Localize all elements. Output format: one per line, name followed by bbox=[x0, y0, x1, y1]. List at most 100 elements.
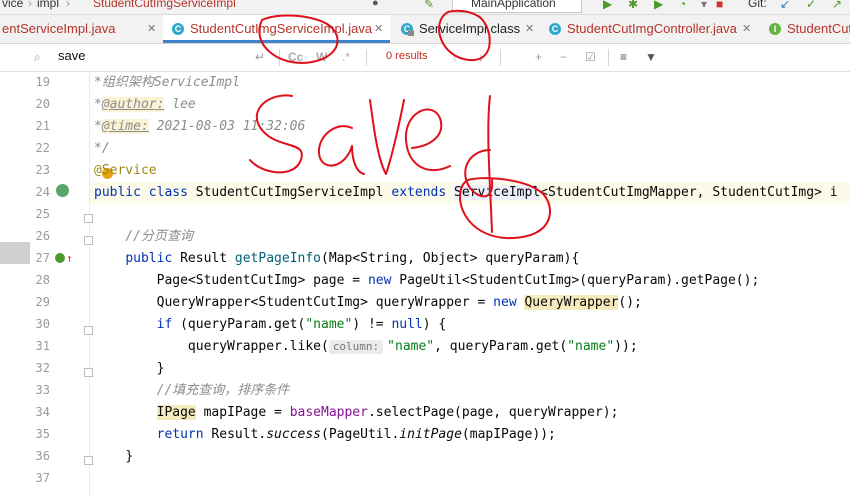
warning-highlight[interactable]: IPage bbox=[156, 405, 196, 420]
filter-options-icon[interactable]: ≡ bbox=[620, 50, 627, 64]
tab-studentcutimgcontroller[interactable]: C StudentCutImgController.java ✕ bbox=[540, 15, 758, 43]
git-commit-icon[interactable]: ✓ bbox=[806, 0, 818, 11]
interface-icon: I bbox=[769, 23, 781, 35]
library-class-icon: C bbox=[401, 23, 414, 36]
select-all-occurrences-icon[interactable]: ☑ bbox=[585, 50, 596, 64]
run-icon[interactable]: ▶ bbox=[603, 0, 615, 11]
code-text: QueryWrapper<StudentCutImg> queryWrapper… bbox=[156, 295, 494, 310]
code-text: ) != bbox=[352, 317, 392, 332]
code-line-31: queryWrapper.like(column: "name", queryPa… bbox=[94, 336, 638, 358]
code-text: Result. bbox=[203, 427, 267, 442]
fold-marker[interactable] bbox=[84, 236, 93, 245]
comment-text: lee bbox=[164, 97, 196, 112]
close-icon[interactable]: ✕ bbox=[525, 15, 534, 43]
search-input[interactable]: save bbox=[58, 48, 85, 63]
remove-occurrence-icon[interactable]: − bbox=[560, 50, 567, 64]
line-number: 37 bbox=[35, 471, 50, 485]
superclass-name[interactable]: ServiceImpl bbox=[454, 185, 541, 200]
javadoc-tag: @time: bbox=[101, 119, 149, 134]
keyword: return bbox=[156, 427, 204, 442]
fold-marker[interactable] bbox=[84, 326, 93, 335]
line-number: 29 bbox=[35, 295, 50, 309]
code-line-24: public class StudentCutImgServiceImpl ex… bbox=[94, 182, 838, 204]
stop-icon[interactable]: ■ bbox=[716, 0, 728, 11]
implementing-method-icon[interactable] bbox=[55, 253, 65, 263]
code-text: } bbox=[156, 361, 165, 376]
line-number: 24 bbox=[35, 185, 50, 199]
code-text: (queryParam.get( bbox=[172, 317, 306, 332]
code-text: PageUtil<StudentCutImg>(queryParam).getP… bbox=[391, 273, 760, 288]
tab-label: StudentCutImgServiceImpl.java bbox=[190, 21, 373, 36]
breadcrumb-separator: › bbox=[28, 0, 32, 10]
code-text: (PageUtil. bbox=[321, 427, 400, 442]
divider bbox=[500, 49, 501, 66]
line-number: 27 bbox=[35, 251, 50, 265]
keyword: null bbox=[391, 317, 423, 332]
keyword: public bbox=[125, 251, 173, 266]
line-number: 25 bbox=[35, 207, 50, 221]
arrow-up-icon[interactable]: ↑ bbox=[452, 50, 458, 64]
code-line-27: public Result getPageInfo(Map<String, Ob… bbox=[94, 248, 579, 270]
breadcrumb-item-service[interactable]: vice bbox=[2, 0, 23, 10]
tab-studentcut[interactable]: I StudentCut bbox=[760, 15, 850, 43]
run-configuration-label: MainApplication bbox=[471, 0, 556, 10]
tab-label: StudentCut bbox=[787, 21, 850, 36]
fold-marker[interactable] bbox=[84, 368, 93, 377]
git-update-icon[interactable]: ↙ bbox=[780, 0, 792, 11]
comment-text: 2021-08-03 11:32:06 bbox=[148, 119, 306, 134]
breadcrumb-item-class[interactable]: StudentCutImgServiceImpl bbox=[93, 0, 236, 10]
navigation-bar: vice › impl › StudentCutImgServiceImpl ●… bbox=[0, 0, 850, 15]
keyword: new bbox=[367, 273, 392, 288]
tab-serviceimpl-class[interactable]: C ServiceImpl.class ✕ bbox=[392, 15, 540, 43]
code-text: (mapIPage)); bbox=[461, 427, 556, 442]
line-number: 33 bbox=[35, 383, 50, 397]
search-icon[interactable]: ⌕ bbox=[34, 50, 41, 65]
arrow-down-icon[interactable]: ↓ bbox=[478, 50, 484, 64]
close-icon[interactable]: ✕ bbox=[742, 15, 751, 43]
comment-text: //填充查询，排序条件 bbox=[156, 383, 290, 398]
tab-entserviceimpl[interactable]: entServiceImpl.java ✕ bbox=[0, 15, 163, 43]
line-number: 36 bbox=[35, 449, 50, 463]
string-literal: "name" bbox=[305, 317, 353, 332]
code-line-22: */ bbox=[94, 138, 110, 160]
divider bbox=[279, 49, 280, 66]
code-line-33: //填充查询，排序条件 bbox=[94, 380, 290, 402]
code-editor[interactable]: 19 20 21 22 23 24 25 26 27 28 29 30 31 3… bbox=[0, 72, 850, 497]
coverage-icon[interactable]: ▶ bbox=[654, 0, 666, 11]
regex-toggle[interactable]: .* bbox=[342, 50, 350, 64]
more-run-icon[interactable]: ▾ bbox=[701, 0, 713, 11]
git-label: Git: bbox=[748, 0, 767, 10]
breadcrumb-item-impl[interactable]: impl bbox=[37, 0, 59, 10]
code-text: Page<StudentCutImg> page = bbox=[156, 273, 368, 288]
code-line-35: return Result.success(PageUtil.initPage(… bbox=[94, 424, 556, 446]
overrides-arrow-icon[interactable]: ↑ bbox=[66, 252, 73, 265]
code-line-28: Page<StudentCutImg> page = new PageUtil<… bbox=[94, 270, 760, 292]
debug-icon[interactable]: ✱ bbox=[628, 0, 640, 11]
line-number: 19 bbox=[35, 75, 50, 89]
new-line-icon[interactable]: ↵ bbox=[255, 50, 265, 64]
keyword: if bbox=[156, 317, 173, 332]
warning-highlight[interactable]: QueryWrapper bbox=[524, 295, 619, 310]
profile-icon[interactable]: ◔ bbox=[679, 0, 691, 11]
line-number: 35 bbox=[35, 427, 50, 441]
user-icon[interactable]: ● bbox=[372, 0, 384, 9]
line-number: 28 bbox=[35, 273, 50, 287]
git-push-icon[interactable]: ↗ bbox=[832, 0, 844, 11]
fold-marker[interactable] bbox=[84, 456, 93, 465]
javadoc-tag: @author: bbox=[101, 97, 165, 112]
whole-words-toggle[interactable]: W bbox=[316, 50, 327, 64]
run-configuration-select[interactable]: MainApplication bbox=[452, 0, 582, 13]
close-icon[interactable]: ✕ bbox=[374, 15, 383, 43]
spring-bean-icon[interactable] bbox=[56, 184, 69, 197]
fold-marker[interactable] bbox=[84, 214, 93, 223]
filter-icon[interactable]: ▼ bbox=[645, 50, 657, 64]
match-case-toggle[interactable]: Cc bbox=[288, 50, 303, 64]
close-icon[interactable]: ✕ bbox=[147, 15, 156, 43]
hammer-icon[interactable]: ✎ bbox=[424, 0, 436, 11]
line-number: 20 bbox=[35, 97, 50, 111]
tab-studentcutimgserviceimpl[interactable]: C StudentCutImgServiceImpl.java ✕ bbox=[163, 15, 390, 43]
comment-text: */ bbox=[94, 141, 110, 156]
add-occurrence-icon[interactable]: + bbox=[535, 50, 542, 64]
code-text: ) { bbox=[422, 317, 447, 332]
search-results-count: 0 results bbox=[386, 50, 428, 62]
